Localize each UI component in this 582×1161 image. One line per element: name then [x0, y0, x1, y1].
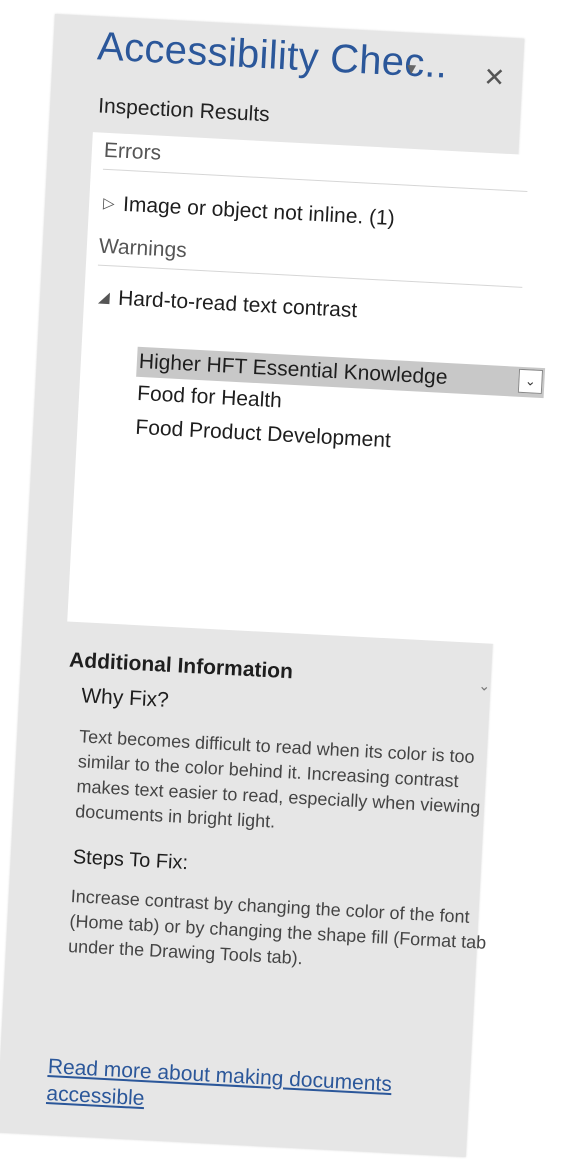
- warning-group-contrast[interactable]: ◢ Hard-to-read text contrast: [97, 283, 358, 327]
- close-icon[interactable]: ✕: [482, 62, 507, 93]
- list-item[interactable]: Food Product Development: [135, 413, 392, 456]
- additional-information-header: Additional Information: [68, 648, 294, 684]
- inspection-results-list: Errors ▷ Image or object not inline. (1) …: [67, 132, 546, 645]
- read-more-link[interactable]: Read more about making documents accessi…: [46, 1053, 468, 1129]
- chevron-down-icon[interactable]: ⌄: [478, 677, 491, 695]
- list-item[interactable]: Food for Health: [136, 379, 283, 417]
- accessibility-checker-pane: Accessibility Chec.. ▼ ✕ Inspection Resu…: [0, 14, 546, 1158]
- pane-title: Accessibility Chec..: [96, 24, 449, 87]
- collapse-triangle-icon[interactable]: ◢: [97, 283, 119, 314]
- why-fix-text: Text becomes difficult to read when its …: [74, 726, 481, 832]
- steps-to-fix-text: Increase contrast by changing the color …: [67, 886, 487, 969]
- inspection-results-label: Inspection Results: [97, 94, 271, 127]
- warnings-header: Warnings: [97, 228, 525, 288]
- steps-to-fix-title: Steps To Fix:: [72, 846, 189, 875]
- expand-triangle-icon[interactable]: ▷: [102, 189, 124, 220]
- error-item-label: Image or object not inline. (1): [122, 192, 396, 231]
- why-fix-title: Why Fix?: [80, 684, 170, 712]
- errors-header: Errors: [102, 132, 530, 192]
- warning-group-label: Hard-to-read text contrast: [117, 286, 358, 323]
- chevron-down-icon[interactable]: ⌄: [517, 368, 544, 394]
- error-item-not-inline[interactable]: ▷ Image or object not inline. (1): [102, 189, 396, 235]
- caret-down-icon[interactable]: ▼: [402, 60, 421, 78]
